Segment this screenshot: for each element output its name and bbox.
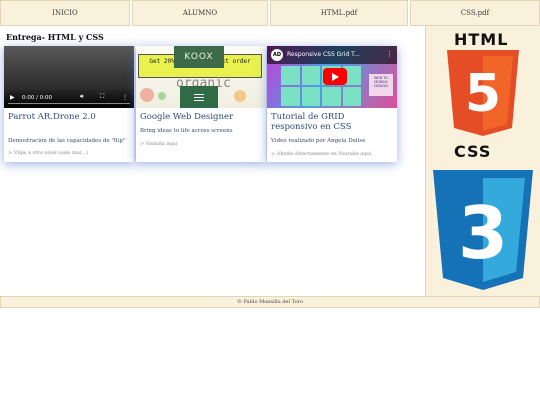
decor-circle: [140, 88, 154, 102]
html5-shield-icon: 5: [447, 50, 519, 136]
html-label: HTML: [454, 30, 509, 49]
video-time: 0:00 / 0:00: [22, 95, 53, 101]
volume-icon[interactable]: 🔊︎: [80, 93, 84, 101]
card-title: Google Web Designer: [140, 112, 234, 122]
more-vertical-icon[interactable]: ⋮: [122, 94, 128, 101]
card-link[interactable]: > Visitala aqui: [140, 141, 262, 147]
play-icon[interactable]: ▶: [10, 94, 15, 101]
card-link[interactable]: > Vlips a otro nivel (sale mal...): [8, 150, 130, 156]
css3-number: 3: [458, 191, 508, 275]
css-label: CSS: [454, 142, 492, 161]
sidebar: HTML 5 CSS 3: [425, 26, 540, 296]
footer: © Pablo Mansilla del Toro: [0, 296, 540, 308]
card-description: Bring ideas to life across screens: [140, 128, 233, 134]
nav-css-pdf[interactable]: CSS.pdf: [410, 0, 540, 26]
card-gwd: Get 20% off your first order organic KOO…: [136, 46, 266, 162]
nav-alumno[interactable]: ALUMNO: [132, 0, 268, 26]
card-title: Parrot AR.Drone 2.0: [8, 112, 96, 122]
nav-inicio[interactable]: INICIO: [0, 0, 130, 26]
thumbnail-text: WEB TO MOBILE DESIGN: [369, 74, 393, 96]
card-title: Tutorial de GRID responsivo en CSS: [271, 112, 352, 132]
card-description: Demostración de las capacidades de "flip…: [8, 138, 126, 144]
top-nav: INICIO ALUMNO HTML.pdf CSS.pdf: [0, 0, 540, 26]
youtube-embed[interactable]: AD Responsive CSS Grid T... ⋮ WEB TO MOB…: [267, 46, 397, 108]
video-title[interactable]: Responsive CSS Grid T...: [287, 51, 360, 58]
hamburger-icon[interactable]: [180, 86, 218, 108]
nav-html-pdf[interactable]: HTML.pdf: [270, 0, 408, 26]
video-player[interactable]: ▶ 0:00 / 0:00 🔊︎ ⛶ ⋮: [4, 46, 134, 108]
html5-number: 5: [465, 64, 501, 124]
css3-shield-icon: 3: [433, 170, 533, 290]
card-drone: ▶ 0:00 / 0:00 🔊︎ ⛶ ⋮ Parrot AR.Drone 2.0…: [4, 46, 134, 162]
youtube-play-button[interactable]: [323, 68, 347, 85]
decor-circle: [158, 92, 166, 100]
card-grid-tutorial: AD Responsive CSS Grid T... ⋮ WEB TO MOB…: [267, 46, 397, 162]
page-title: Entrega- HTML y CSS: [6, 32, 104, 42]
card-description: Video realizado por Angela Delise: [271, 138, 366, 144]
channel-avatar[interactable]: AD: [271, 49, 283, 61]
brand-logo: KOOX: [174, 46, 224, 68]
card-link[interactable]: > Ahrelo directamente en Youtube aqui: [271, 151, 393, 157]
decor-circle: [234, 90, 246, 102]
gwd-preview: Get 20% off your first order organic KOO…: [136, 46, 266, 108]
more-vertical-icon[interactable]: ⋮: [386, 50, 393, 58]
fullscreen-icon[interactable]: ⛶: [100, 93, 104, 101]
video-progress[interactable]: [8, 103, 130, 104]
